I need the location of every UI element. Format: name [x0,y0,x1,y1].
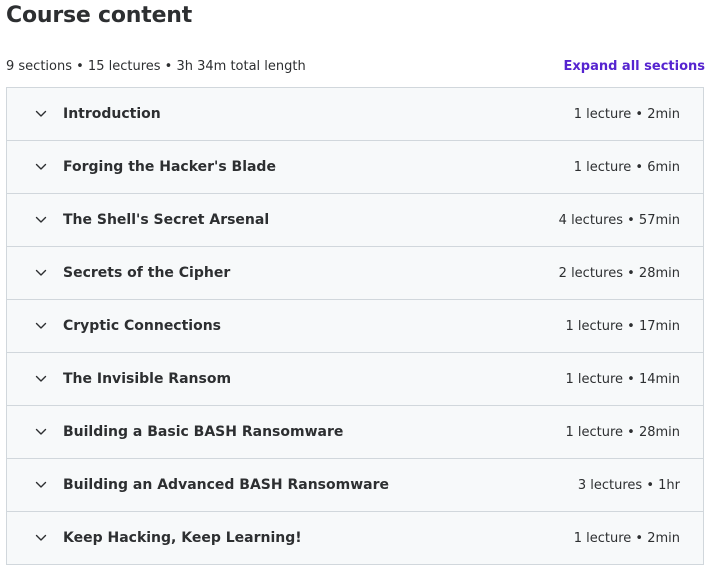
section-header-forging-the-hackers-blade[interactable]: Forging the Hacker's Blade 1 lecture • 6… [7,141,703,194]
section-meta: 1 lecture • 17min [565,318,680,334]
section-header-introduction[interactable]: Introduction 1 lecture • 2min [7,88,703,141]
chevron-down-icon [35,267,47,279]
chevron-down-icon [35,320,47,332]
section-meta: 1 lecture • 28min [565,424,680,440]
section-header-keep-hacking-keep-learning[interactable]: Keep Hacking, Keep Learning! 1 lecture •… [7,512,703,564]
section-header-secrets-of-the-cipher[interactable]: Secrets of the Cipher 2 lectures • 28min [7,247,703,300]
section-title: The Shell's Secret Arsenal [63,212,270,228]
section-title: Forging the Hacker's Blade [63,159,276,175]
chevron-down-icon [35,373,47,385]
section-title: Building an Advanced BASH Ransomware [63,477,389,493]
chevron-down-icon [35,479,47,491]
page-title: Course content [6,3,193,28]
chevron-down-icon [35,426,47,438]
section-title: Secrets of the Cipher [63,265,231,281]
section-meta: 3 lectures • 1hr [577,477,680,493]
section-meta: 1 lecture • 6min [573,159,680,175]
section-title: Introduction [63,106,161,122]
expand-all-sections-button[interactable]: Expand all sections [564,58,706,76]
section-title: Cryptic Connections [63,318,222,334]
course-summary: 9 sections • 15 lectures • 3h 34m total … [6,59,306,74]
section-title: Building a Basic BASH Ransomware [63,424,344,440]
chevron-down-icon [35,161,47,173]
section-header-building-an-advanced-bash-ransomware[interactable]: Building an Advanced BASH Ransomware 3 l… [7,459,703,512]
chevron-down-icon [35,108,47,120]
chevron-down-icon [35,214,47,226]
section-title: Keep Hacking, Keep Learning! [63,530,302,546]
course-sections-list: Introduction 1 lecture • 2min Forging th… [6,87,704,565]
section-header-the-shells-secret-arsenal[interactable]: The Shell's Secret Arsenal 4 lectures • … [7,194,703,247]
section-header-building-a-basic-bash-ransomware[interactable]: Building a Basic BASH Ransomware 1 lectu… [7,406,703,459]
section-header-the-invisible-ransom[interactable]: The Invisible Ransom 1 lecture • 14min [7,353,703,406]
section-meta: 1 lecture • 2min [573,530,680,546]
section-meta: 1 lecture • 14min [565,371,680,387]
chevron-down-icon [35,532,47,544]
section-meta: 2 lectures • 28min [558,265,680,281]
section-title: The Invisible Ransom [63,371,232,387]
section-meta: 4 lectures • 57min [558,212,680,228]
section-meta: 1 lecture • 2min [573,106,680,122]
section-header-cryptic-connections[interactable]: Cryptic Connections 1 lecture • 17min [7,300,703,353]
